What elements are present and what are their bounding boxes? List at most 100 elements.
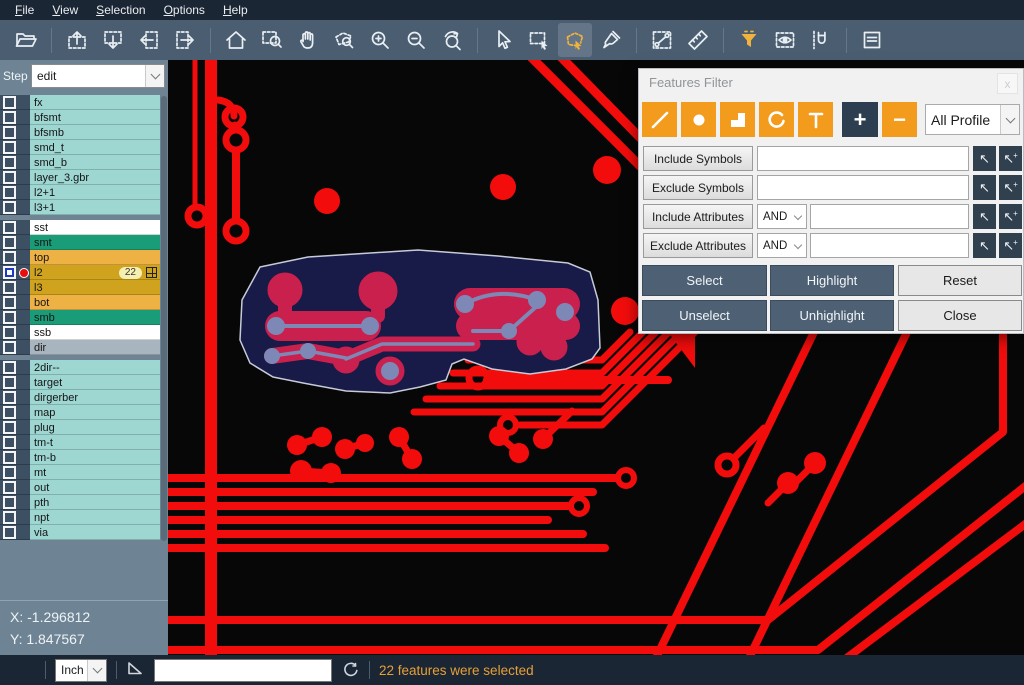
layer-row-bfsmt[interactable]: bfsmt [0, 110, 160, 125]
exclude-attributes-button[interactable]: Exclude Attributes [643, 233, 753, 258]
layer-visibility-checkbox[interactable] [0, 170, 30, 185]
layer-visibility-checkbox[interactable] [0, 200, 30, 215]
filter-surface-button[interactable] [720, 102, 755, 137]
checkbox[interactable] [3, 186, 16, 199]
layer-row-dirgerber[interactable]: dirgerber [0, 390, 160, 405]
profile-select[interactable]: All Profile [925, 104, 1020, 135]
zoom-previous-button[interactable] [435, 23, 469, 57]
checkbox[interactable] [3, 266, 16, 279]
checkbox[interactable] [3, 171, 16, 184]
layer-row-bfsmb[interactable]: bfsmb [0, 125, 160, 140]
pan-up-button[interactable] [60, 23, 94, 57]
checkbox[interactable] [3, 296, 16, 309]
layer-name[interactable]: bfsmb [30, 125, 160, 140]
checkbox[interactable] [3, 111, 16, 124]
checkbox[interactable] [3, 236, 16, 249]
exclude-symbols-pick-add-button[interactable]: ↖+ [999, 175, 1022, 200]
units-select[interactable]: Inch [55, 659, 107, 682]
layer-row-l3[interactable]: l3 [0, 280, 160, 295]
layer-visibility-checkbox[interactable] [0, 125, 30, 140]
include-symbols-input[interactable] [757, 146, 969, 171]
step-select[interactable]: edit [31, 64, 165, 88]
layer-name[interactable]: map [30, 405, 160, 420]
layer-row-ssb[interactable]: ssb [0, 325, 160, 340]
layer-visibility-checkbox[interactable] [0, 185, 30, 200]
layer-visibility-checkbox[interactable] [0, 280, 30, 295]
exclude-attributes-pick-add-button[interactable]: ↖+ [999, 233, 1022, 258]
layer-row-smd_t[interactable]: smd_t [0, 140, 160, 155]
pan-down-button[interactable] [96, 23, 130, 57]
filter-line-button[interactable] [642, 102, 677, 137]
unselect-button[interactable]: Unselect [642, 300, 767, 331]
snap-button[interactable] [804, 23, 838, 57]
layer-row-l2+1[interactable]: l2+1 [0, 185, 160, 200]
checkbox[interactable] [3, 361, 16, 374]
layer-name[interactable]: smd_t [30, 140, 160, 155]
menu-options[interactable]: Options [155, 2, 214, 18]
exclude-symbols-button[interactable]: Exclude Symbols [643, 175, 753, 200]
checkbox[interactable] [3, 526, 16, 539]
layer-row-dir[interactable]: dir [0, 340, 160, 355]
positive-polarity-button[interactable]: + [842, 102, 878, 137]
checkbox[interactable] [3, 466, 16, 479]
layer-name[interactable]: tm-b [30, 450, 160, 465]
layer-visibility-checkbox[interactable] [0, 525, 30, 540]
layer-visibility-checkbox[interactable] [0, 510, 30, 525]
checkbox[interactable] [3, 201, 16, 214]
layer-visibility-checkbox[interactable] [0, 140, 30, 155]
layer-visibility-checkbox[interactable] [0, 450, 30, 465]
menu-file[interactable]: File [6, 2, 43, 18]
layer-visibility-checkbox[interactable] [0, 235, 30, 250]
reset-button[interactable]: Reset [898, 265, 1022, 296]
layer-name[interactable]: ssb [30, 325, 160, 340]
checkbox[interactable] [3, 251, 16, 264]
layer-visibility-checkbox[interactable] [0, 155, 30, 170]
checkbox[interactable] [3, 326, 16, 339]
checkbox[interactable] [3, 221, 16, 234]
layer-name[interactable]: l3 [30, 280, 160, 295]
select-rectangle-button[interactable] [522, 23, 556, 57]
layer-name[interactable]: l2+1 [30, 185, 160, 200]
filter-text-button[interactable] [798, 102, 833, 137]
checkbox[interactable] [3, 126, 16, 139]
layer-name[interactable]: tm-t [30, 435, 160, 450]
layer-row-smd_b[interactable]: smd_b [0, 155, 160, 170]
zoom-window-button[interactable] [255, 23, 289, 57]
checkbox[interactable] [3, 421, 16, 434]
layer-list-scrollbar[interactable] [161, 96, 167, 541]
layers-panel-button[interactable] [855, 23, 889, 57]
layer-row-smb[interactable]: smb [0, 310, 160, 325]
checkbox[interactable] [3, 141, 16, 154]
layer-row-pth[interactable]: pth [0, 495, 160, 510]
layer-name[interactable]: via [30, 525, 160, 540]
layer-visibility-checkbox[interactable] [0, 495, 30, 510]
home-view-button[interactable] [219, 23, 253, 57]
exclude-symbols-input[interactable] [757, 175, 969, 200]
layer-visibility-checkbox[interactable] [0, 405, 30, 420]
layer-row-tm-t[interactable]: tm-t [0, 435, 160, 450]
layer-visibility-checkbox[interactable] [0, 435, 30, 450]
menu-help[interactable]: Help [214, 2, 257, 18]
checkbox[interactable] [3, 376, 16, 389]
filter-pad-button[interactable] [681, 102, 716, 137]
checkbox[interactable] [3, 156, 16, 169]
layer-visibility-checkbox[interactable] [0, 110, 30, 125]
layer-row-via[interactable]: via [0, 525, 160, 540]
checkbox[interactable] [3, 96, 16, 109]
layer-name[interactable]: l3+1 [30, 200, 160, 215]
layer-name[interactable]: top [30, 250, 160, 265]
open-folder-button[interactable] [9, 23, 43, 57]
exclude-attributes-operator-select[interactable]: AND [757, 233, 807, 258]
layer-row-mt[interactable]: mt [0, 465, 160, 480]
layer-row-fx[interactable]: fx [0, 95, 160, 110]
include-attributes-button[interactable]: Include Attributes [643, 204, 753, 229]
layer-visibility-checkbox[interactable] [0, 375, 30, 390]
pan-left-button[interactable] [132, 23, 166, 57]
layer-row-npt[interactable]: npt [0, 510, 160, 525]
layer-name[interactable]: l222 [30, 265, 160, 280]
select-pointer-button[interactable] [486, 23, 520, 57]
layer-visibility-checkbox[interactable] [0, 360, 30, 375]
layer-name[interactable]: 2dir-- [30, 360, 160, 375]
features-filter-button[interactable] [732, 23, 766, 57]
menu-selection[interactable]: Selection [87, 2, 154, 18]
